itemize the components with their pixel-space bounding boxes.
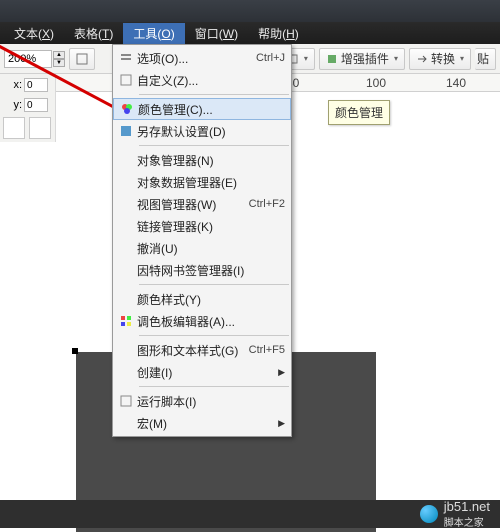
site-logo-icon: [420, 505, 438, 523]
plugin-icon: [326, 53, 338, 65]
menu-tools[interactable]: 工具(O): [123, 23, 184, 44]
submenu-arrow-icon: ▶: [278, 418, 285, 429]
toolbar-btn-1[interactable]: [69, 48, 95, 70]
menu-item-create[interactable]: 创建(I)▶: [113, 361, 291, 383]
menu-item-bookmark-manager[interactable]: 因特网书签管理器(I): [113, 259, 291, 281]
menu-item-run-script[interactable]: 运行脚本(I): [113, 390, 291, 412]
palette-icon: [119, 314, 133, 328]
menu-item-color-management[interactable]: 颜色管理(C)...: [113, 98, 291, 120]
menu-item-save-defaults[interactable]: 另存默认设置(D): [113, 120, 291, 142]
menu-item-object-data-manager[interactable]: 对象数据管理器(E): [113, 171, 291, 193]
menu-item-view-manager[interactable]: 视图管理器(W)Ctrl+F2: [113, 193, 291, 215]
menu-separator: [139, 145, 289, 146]
menu-item-macro[interactable]: 宏(M)▶: [113, 412, 291, 434]
tooltip: 颜色管理: [328, 100, 390, 125]
sidebar-btn-2[interactable]: [29, 117, 51, 139]
menu-item-object-manager[interactable]: 对象管理器(N): [113, 149, 291, 171]
menu-separator: [139, 386, 289, 387]
menu-window[interactable]: 窗口(W): [185, 23, 248, 44]
site-name: 脚本之家: [444, 518, 484, 529]
site-url: jb51.net: [444, 499, 490, 514]
menu-help[interactable]: 帮助(H): [248, 23, 309, 44]
sidebar-btn-1[interactable]: [3, 117, 25, 139]
menu-separator: [139, 94, 289, 95]
menu-separator: [139, 335, 289, 336]
toolbar-convert[interactable]: 转换▾: [409, 48, 471, 70]
menu-item-palette-editor[interactable]: 调色板编辑器(A)...: [113, 310, 291, 332]
window-titlebar: [0, 0, 500, 22]
script-icon: [119, 394, 133, 408]
toolbar-enhance[interactable]: 增强插件▾: [319, 48, 405, 70]
menu-item-customize[interactable]: 自定义(Z)...: [113, 69, 291, 91]
menu-text[interactable]: 文本(X): [4, 23, 64, 44]
menu-item-undo[interactable]: 撤消(U): [113, 237, 291, 259]
save-icon: [119, 124, 133, 138]
menu-item-link-manager[interactable]: 链接管理器(K): [113, 215, 291, 237]
color-mgmt-icon: [120, 102, 134, 116]
customize-icon: [119, 73, 133, 87]
menu-item-graphic-text-styles[interactable]: 图形和文本样式(G)Ctrl+F5: [113, 339, 291, 361]
y-input[interactable]: [24, 98, 48, 112]
zoom-input[interactable]: [4, 50, 52, 68]
submenu-arrow-icon: ▶: [278, 367, 285, 378]
x-coord: x:: [2, 76, 53, 94]
zoom-spinner[interactable]: ▲▼: [53, 51, 65, 67]
watermark-footer: jb51.net 脚本之家: [0, 500, 500, 528]
convert-icon: [416, 53, 428, 65]
page-icon: [76, 53, 88, 65]
y-coord: y:: [2, 96, 53, 114]
tools-dropdown-menu: 选项(O)...Ctrl+J 自定义(Z)... 颜色管理(C)... 另存默认…: [112, 44, 292, 437]
options-icon: [119, 51, 133, 65]
menu-item-color-styles[interactable]: 颜色样式(Y): [113, 288, 291, 310]
x-input[interactable]: [24, 78, 48, 92]
selection-handle[interactable]: [72, 348, 78, 354]
property-sidebar: x: y:: [0, 74, 56, 142]
toolbar-paste[interactable]: 贴: [475, 48, 496, 70]
zoom-control[interactable]: ▲▼: [4, 50, 65, 68]
menu-item-options[interactable]: 选项(O)...Ctrl+J: [113, 47, 291, 69]
menu-separator: [139, 284, 289, 285]
menubar: 文本(X) 表格(T) 工具(O) 窗口(W) 帮助(H): [0, 22, 500, 44]
menu-table[interactable]: 表格(T): [64, 23, 123, 44]
